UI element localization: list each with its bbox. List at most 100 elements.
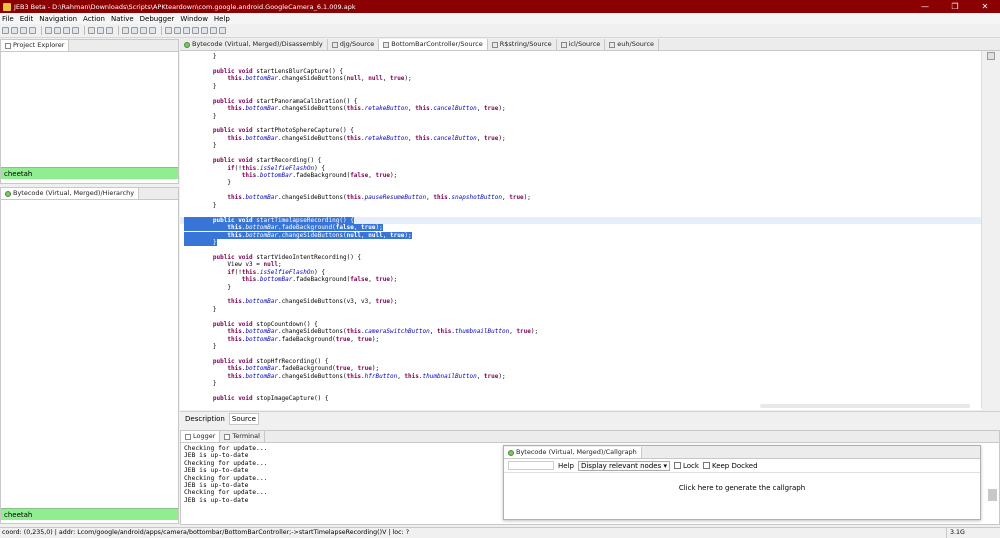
tab-logger[interactable]: Logger [181,431,221,442]
code-line[interactable]: } [180,179,981,186]
menu-window[interactable]: Window [180,15,208,23]
code-line[interactable]: this.bottomBar.changeSideButtons(this.pa… [180,194,981,201]
code-line[interactable] [180,351,981,358]
console-scrollbar[interactable] [988,489,997,501]
menu-edit[interactable]: Edit [20,15,34,23]
code-line[interactable]: this.bottomBar.changeSideButtons(this.hf… [180,373,981,380]
hierarchy-tree[interactable] [1,200,178,508]
tab-bottombarcontroller-source[interactable]: BottomBarController/Source [379,39,488,50]
edit-icon[interactable] [149,27,156,34]
code-line[interactable]: } [180,83,981,90]
forward-icon[interactable] [97,27,104,34]
tab-hierarchy[interactable]: Bytecode (Virtual, Merged)/Hierarchy [1,188,140,199]
code-line[interactable]: public void startLensBlurCapture() { [180,68,981,75]
project-node-cheetah[interactable]: cheetah [1,167,178,179]
h-scroll-thumb[interactable] [760,404,970,408]
code-line[interactable]: } [180,113,981,120]
editor-vertical-scrollbar[interactable] [981,51,1000,408]
code-line[interactable] [180,187,981,194]
code-line[interactable] [180,60,981,67]
code-line[interactable]: this.bottomBar.fadeBackground(false, tru… [180,276,981,283]
code-line[interactable] [180,209,981,216]
tab-project-explorer[interactable]: Project Explorer [1,40,70,51]
code-line[interactable] [180,291,981,298]
options-icon[interactable] [45,27,52,34]
tab-source[interactable]: Source [228,412,259,425]
tab-description[interactable]: Description [183,414,227,424]
code-line[interactable]: public void startVideoIntentRecording() … [180,254,981,261]
code-line[interactable] [180,120,981,127]
callgraph-help[interactable]: Help [558,462,574,470]
run-icon[interactable] [174,27,181,34]
code-line[interactable] [180,388,981,395]
generate-callgraph-area[interactable]: Click here to generate the callgraph [504,473,980,503]
code-line[interactable]: this.bottomBar.fadeBackground(false, tru… [180,172,981,179]
menu-native[interactable]: Native [111,15,134,23]
minimize-button[interactable]: — [910,0,940,13]
code-line[interactable]: } [180,202,981,209]
code-line[interactable]: this.bottomBar.fadeBackground(true, true… [180,365,981,372]
find-icon[interactable] [106,27,113,34]
keep-docked-checkbox[interactable] [702,462,710,469]
code-line[interactable]: public void stopCountdown() { [180,321,981,328]
step-into-icon[interactable] [183,27,190,34]
code-line[interactable]: this.bottomBar.fadeBackground(false, tru… [180,224,981,232]
menu-file[interactable]: File [2,15,14,23]
comment-icon[interactable] [63,27,70,34]
code-line[interactable]: public void stopImageCapture() { [180,395,981,402]
code-line[interactable]: this.bottomBar.changeSideButtons(v3, v3,… [180,298,981,305]
restart-icon[interactable] [210,27,217,34]
code-line[interactable] [180,90,981,97]
code-line[interactable]: public void stopHfrRecording() { [180,358,981,365]
code-line[interactable]: public void startPhotoSphereCapture() { [180,127,981,134]
source-code-editor[interactable]: } public void startLensBlurCapture() { t… [180,51,981,403]
code-line[interactable]: } [180,142,981,149]
menu-action[interactable]: Action [83,15,105,23]
maximize-button[interactable]: ❐ [940,0,970,13]
code-line[interactable]: } [180,380,981,387]
project-tree[interactable] [1,52,178,167]
code-line[interactable]: this.bottomBar.changeSideButtons(this.re… [180,105,981,112]
editor-horizontal-scrollbar[interactable] [180,403,981,410]
menu-help[interactable]: Help [214,15,230,23]
tab-djg-source[interactable]: djg/Source [328,39,380,50]
code-line[interactable]: public void startPanoramaCalibration() { [180,98,981,105]
tab-disassembly[interactable]: Bytecode (Virtual, Merged)/Disassembly [180,39,328,50]
code-line[interactable] [180,246,981,253]
tab-callgraph[interactable]: Bytecode (Virtual, Merged)/Callgraph [504,447,642,458]
tab-rstring-source[interactable]: R$string/Source [488,39,557,50]
xref-icon[interactable] [72,27,79,34]
decompile-icon[interactable] [122,27,129,34]
close-button[interactable]: ✕ [970,0,1000,13]
parse-icon[interactable] [131,27,138,34]
code-line[interactable]: if(!this.isSelfieFlashOn) { [180,269,981,276]
code-line[interactable]: this.bottomBar.changeSideButtons(null, n… [180,75,981,82]
code-line[interactable]: } [180,53,981,60]
code-line[interactable]: this.bottomBar.changeSideButtons(null, n… [180,231,981,239]
callgraph-filter-input[interactable] [508,461,554,470]
detach-icon[interactable] [219,27,226,34]
code-line[interactable]: public void startTimelapseRecording() { [180,216,981,225]
code-line[interactable]: } [180,306,981,313]
step-out-icon[interactable] [201,27,208,34]
menu-debugger[interactable]: Debugger [140,15,175,23]
code-line[interactable]: public void startRecording() { [180,157,981,164]
code-line[interactable]: View v3 = null; [180,261,981,268]
check-icon[interactable] [140,27,147,34]
tab-icl-source[interactable]: icl/Source [557,39,606,50]
menu-navigation[interactable]: Navigation [39,15,77,23]
close-project-icon[interactable] [29,27,36,34]
lock-checkbox[interactable] [673,462,681,469]
code-line[interactable] [180,313,981,320]
code-line[interactable]: } [180,284,981,291]
code-line[interactable]: if(!this.isSelfieFlashOn) { [180,165,981,172]
tab-euh-source[interactable]: euh/Source [605,39,660,50]
back-icon[interactable] [88,27,95,34]
code-line[interactable] [180,150,981,157]
scroll-thumb[interactable] [987,52,995,60]
hierarchy-node-cheetah[interactable]: cheetah [1,508,178,520]
tab-terminal[interactable]: Terminal [220,431,265,442]
code-line[interactable]: } [180,343,981,350]
code-line[interactable]: this.bottomBar.changeSideButtons(this.ca… [180,328,981,335]
open-icon[interactable] [2,27,9,34]
